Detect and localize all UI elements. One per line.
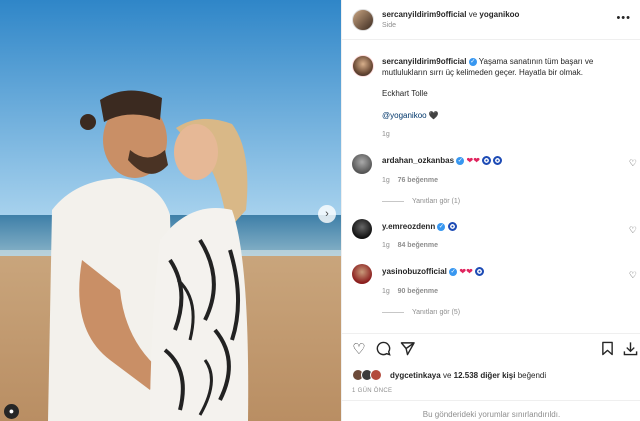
view-replies-button[interactable]: Yanıtları gör (1) <box>382 198 460 205</box>
comment-time[interactable]: 1g <box>382 242 390 249</box>
user-tag-icon[interactable]: ● <box>4 404 19 419</box>
red-heart-emoji: ❤❤ <box>459 267 473 276</box>
caption-username-link[interactable]: sercanyildirim9official <box>382 57 466 66</box>
author-username-link[interactable]: sercanyildirim9official <box>382 10 466 19</box>
nazar-emoji <box>447 222 457 232</box>
download-icon[interactable] <box>621 341 639 359</box>
verified-badge-icon: ✓ <box>468 57 477 66</box>
comment-time[interactable]: 1g <box>382 288 390 295</box>
post-photo[interactable]: › ● <box>0 0 341 421</box>
post-actions: ♡ dygcetinkaya ve 12.538 diğer kişi beğe… <box>342 333 640 421</box>
avatar[interactable] <box>352 154 372 174</box>
more-horizontal-icon[interactable]: ••• <box>616 12 631 24</box>
caption-avatar[interactable] <box>352 55 374 77</box>
red-heart-emoji: ❤❤ <box>466 156 480 165</box>
comment-meta: 1g 90 beğenme <box>382 288 438 295</box>
avatar[interactable] <box>352 9 374 31</box>
comment-likes-link[interactable]: 84 beğenme <box>398 242 438 249</box>
other-likers-link[interactable]: 12.538 diğer kişi <box>454 371 516 380</box>
comment-text: y.emreozdenn ✓ <box>382 222 457 232</box>
caption-quote-author: Eckhart Tolle <box>382 89 428 98</box>
authors-connector: ve <box>468 10 478 19</box>
avatar <box>370 369 382 381</box>
heart-icon[interactable]: ♡ <box>350 341 368 359</box>
likes-suffix: beğendi <box>517 371 547 380</box>
post-authors: sercanyildirim9official ve yoganikoo <box>382 10 519 19</box>
nazar-emoji <box>493 156 503 166</box>
comment-text: yasinobuzofficial ✓ ❤❤ <box>382 267 485 277</box>
caption-timestamp[interactable]: 1g <box>382 131 390 138</box>
liker-username-link[interactable]: dygcetinkaya <box>390 371 441 380</box>
comment-meta: 1g 76 beğenme <box>382 177 438 184</box>
view-replies-button[interactable]: Yanıtları gör (5) <box>382 309 460 316</box>
comment-likes-link[interactable]: 76 beğenme <box>398 177 438 184</box>
post-header: sercanyildirim9official ve yoganikoo Sid… <box>342 0 640 40</box>
comment-text: ardahan_ozkanbas ✓ ❤❤ <box>382 156 503 166</box>
likers-avatars[interactable] <box>352 369 386 381</box>
replies-divider <box>382 200 404 202</box>
chevron-right-icon[interactable]: › <box>318 205 336 223</box>
comments-limited-notice: Bu gönderideki yorumlar sınırlandırıldı. <box>342 400 640 419</box>
nazar-emoji <box>482 156 492 166</box>
beach-couple-image <box>0 0 341 421</box>
likes-connector: ve <box>442 371 452 380</box>
view-replies-label: Yanıtları gör (1) <box>412 198 461 205</box>
black-heart-emoji: 🖤 <box>428 111 439 120</box>
comment-username-link[interactable]: y.emreozdenn <box>382 222 435 231</box>
collaborator-username-link[interactable]: yoganikoo <box>479 10 519 19</box>
bookmark-icon[interactable] <box>598 341 616 359</box>
comment-like-heart-icon[interactable]: ♡ <box>629 225 637 236</box>
verified-badge-icon: ✓ <box>437 222 446 231</box>
paper-plane-icon[interactable] <box>398 341 416 359</box>
verified-badge-icon: ✓ <box>456 156 465 165</box>
post-date[interactable]: 1 GÜN ÖNCE <box>352 388 392 394</box>
comment-username-link[interactable]: yasinobuzofficial <box>382 267 447 276</box>
comment-meta: 1g 84 beğenme <box>382 242 438 249</box>
post-detail-panel: sercanyildirim9official ve yoganikoo Sid… <box>341 0 640 421</box>
replies-divider <box>382 311 404 313</box>
nazar-emoji <box>475 267 485 277</box>
comment-icon[interactable] <box>374 341 392 359</box>
mention-link[interactable]: @yoganikoo <box>382 111 427 120</box>
likes-summary: dygcetinkaya ve 12.538 diğer kişi beğend… <box>390 371 546 380</box>
verified-badge-icon: ✓ <box>449 267 458 276</box>
caption-mention: @yoganikoo 🖤 <box>382 111 439 120</box>
comment-time[interactable]: 1g <box>382 177 390 184</box>
comment-like-heart-icon[interactable]: ♡ <box>629 158 637 169</box>
location-link[interactable]: Side <box>382 22 396 29</box>
comment-username-link[interactable]: ardahan_ozkanbas <box>382 156 454 165</box>
comment-likes-link[interactable]: 90 beğenme <box>398 288 438 295</box>
avatar[interactable] <box>352 219 372 239</box>
comment-like-heart-icon[interactable]: ♡ <box>629 270 637 281</box>
avatar[interactable] <box>352 264 372 284</box>
caption-text: sercanyildirim9official ✓ Yaşama sanatın… <box>382 56 622 78</box>
view-replies-label: Yanıtları gör (5) <box>412 309 461 316</box>
